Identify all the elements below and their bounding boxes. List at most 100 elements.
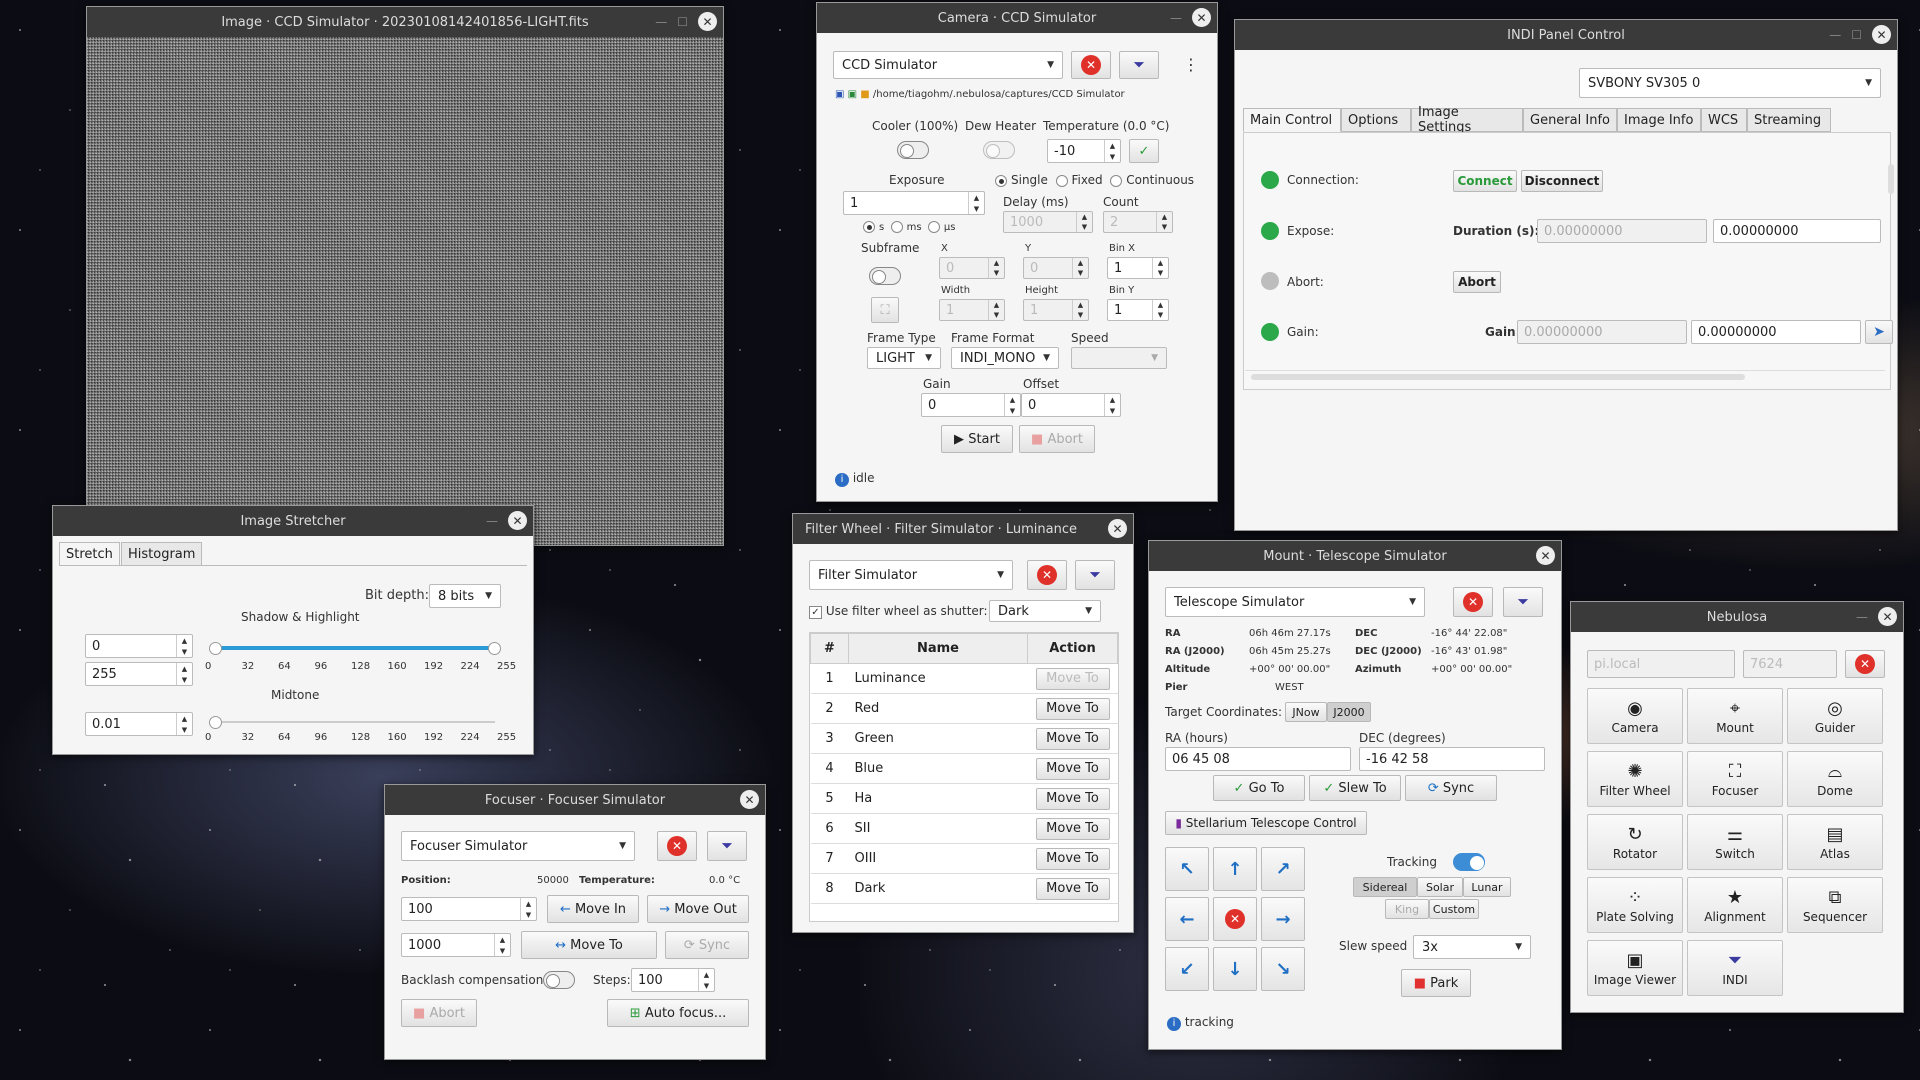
exposure-unit-radios[interactable]: s ms μs bbox=[863, 221, 955, 233]
filter-name[interactable]: Ha bbox=[848, 783, 1028, 814]
move-to-button[interactable]: Move To bbox=[1035, 727, 1110, 750]
move-to-button[interactable]: Move To bbox=[1035, 877, 1110, 900]
disconnect-button[interactable]: ✕ bbox=[1453, 587, 1493, 617]
filter-name[interactable]: Blue bbox=[848, 753, 1028, 784]
tab-stretch[interactable]: Stretch bbox=[59, 542, 120, 566]
se-button[interactable]: ↘ bbox=[1261, 947, 1305, 991]
close-icon[interactable]: ✕ bbox=[1872, 25, 1891, 44]
more-menu-icon[interactable]: ⋮ bbox=[1183, 55, 1199, 74]
move-to-button[interactable]: Move To bbox=[1035, 697, 1110, 720]
filter-name[interactable]: Red bbox=[848, 693, 1028, 724]
south-button[interactable]: ↓ bbox=[1213, 947, 1257, 991]
image-window-titlebar[interactable]: Image · CCD Simulator · 2023010814240185… bbox=[87, 7, 723, 37]
slew-speed-select[interactable]: 3x ▼ bbox=[1413, 935, 1531, 959]
rate-sidereal[interactable]: Sidereal bbox=[1353, 877, 1417, 897]
stop-button[interactable]: ✕ bbox=[1213, 897, 1257, 941]
ra-hours-input[interactable]: 06 45 08 bbox=[1165, 747, 1351, 771]
frame-type-select[interactable]: LIGHT ▼ bbox=[867, 347, 941, 369]
tool-focuser-button[interactable]: ⛶ Focuser bbox=[1687, 751, 1783, 807]
move-to-button[interactable]: ↔ Move To bbox=[521, 931, 657, 959]
stellarium-button[interactable]: ▮ Stellarium Telescope Control bbox=[1165, 811, 1367, 835]
filter-name[interactable]: Green bbox=[848, 723, 1028, 754]
indi-button[interactable]: ⏷ bbox=[707, 831, 747, 861]
bin-y-input[interactable]: 1 ▲ ▼ bbox=[1107, 299, 1169, 321]
move-to-button[interactable]: Move To bbox=[1035, 817, 1110, 840]
j2000-toggle[interactable]: J2000 bbox=[1327, 702, 1371, 722]
host-input[interactable]: pi.local bbox=[1587, 650, 1735, 678]
backlash-steps-input[interactable]: 100 ▲ ▼ bbox=[631, 968, 715, 992]
tab-main-control[interactable]: Main Control bbox=[1243, 108, 1341, 132]
nw-button[interactable]: ↖ bbox=[1165, 847, 1209, 891]
tool-mount-button[interactable]: ⌖ Mount bbox=[1687, 688, 1783, 744]
tool-plate-solving-button[interactable]: ⁘ Plate Solving bbox=[1587, 877, 1683, 933]
tab-options[interactable]: Options bbox=[1341, 108, 1411, 132]
camera-device-select[interactable]: CCD Simulator ▼ bbox=[833, 51, 1063, 79]
subframe-toggle[interactable] bbox=[869, 267, 901, 285]
temperature-input[interactable]: -10 ▲ ▼ bbox=[1047, 139, 1121, 163]
slew-button[interactable]: ✓ Slew To bbox=[1309, 775, 1401, 801]
tool-guider-button[interactable]: ◎ Guider bbox=[1787, 688, 1883, 744]
duration-input[interactable]: 0.00000000 bbox=[1713, 219, 1881, 243]
filter-name[interactable]: Luminance bbox=[848, 663, 1028, 694]
tab-image-info[interactable]: Image Info bbox=[1617, 108, 1701, 132]
fits-image-canvas[interactable] bbox=[87, 37, 723, 545]
delay-input[interactable]: 1000 ▲ ▼ bbox=[1003, 211, 1093, 233]
path-row[interactable]: ▣ ▣ ■ /home/tiagohm/.nebulosa/captures/C… bbox=[835, 89, 1125, 100]
indi-button[interactable]: ⏷ bbox=[1075, 560, 1115, 590]
vertical-scrollbar[interactable] bbox=[1887, 138, 1895, 370]
absolute-position-input[interactable]: 1000 ▲ ▼ bbox=[401, 933, 511, 957]
dew-heater-toggle[interactable] bbox=[983, 141, 1015, 159]
tracking-toggle[interactable] bbox=[1453, 853, 1485, 871]
exposure-input[interactable]: 1 ▲ ▼ bbox=[843, 191, 985, 215]
start-button[interactable]: ▶ Start bbox=[941, 425, 1013, 453]
goto-button[interactable]: ✓ Go To bbox=[1213, 775, 1305, 801]
x-input[interactable]: 0 ▲ ▼ bbox=[939, 257, 1005, 279]
tool-filter-wheel-button[interactable]: ✺ Filter Wheel bbox=[1587, 751, 1683, 807]
close-icon[interactable]: ✕ bbox=[1536, 546, 1555, 565]
tool-image-viewer-button[interactable]: ▣ Image Viewer bbox=[1587, 940, 1683, 996]
focuser-device-select[interactable]: Focuser Simulator ▼ bbox=[401, 831, 635, 861]
apply-temperature-button[interactable]: ✓ bbox=[1129, 139, 1159, 163]
indi-button[interactable]: ⏷ bbox=[1119, 51, 1159, 79]
move-to-button[interactable]: Move To bbox=[1035, 847, 1110, 870]
park-button[interactable]: ■ Park bbox=[1401, 969, 1471, 997]
y-input[interactable]: 0 ▲ ▼ bbox=[1023, 257, 1089, 279]
ne-button[interactable]: ↗ bbox=[1261, 847, 1305, 891]
rate-lunar[interactable]: Lunar bbox=[1463, 877, 1511, 897]
disconnect-button[interactable]: ✕ bbox=[1845, 650, 1885, 678]
gain-input[interactable]: 0 ▲ ▼ bbox=[921, 393, 1021, 417]
tool-camera-button[interactable]: ◉ Camera bbox=[1587, 688, 1683, 744]
dec-degrees-input[interactable]: -16 42 58 bbox=[1359, 747, 1545, 771]
midtone-input[interactable]: 0.01 ▲ ▼ bbox=[85, 712, 193, 736]
shutter-checkbox[interactable]: ✓ Use filter wheel as shutter: bbox=[809, 604, 988, 619]
rate-king[interactable]: King bbox=[1385, 899, 1429, 919]
indi-abort-button[interactable]: Abort bbox=[1453, 271, 1501, 293]
shutter-filter-select[interactable]: Dark ▼ bbox=[989, 600, 1101, 622]
backlash-toggle[interactable] bbox=[543, 971, 575, 989]
close-icon[interactable]: ✕ bbox=[1192, 8, 1211, 27]
east-button[interactable]: → bbox=[1261, 897, 1305, 941]
height-input[interactable]: 1 ▲ ▼ bbox=[1023, 299, 1089, 321]
tool-dome-button[interactable]: ⌓ Dome bbox=[1787, 751, 1883, 807]
capture-mode-radios[interactable]: Single Fixed Continuous bbox=[995, 173, 1194, 187]
count-input[interactable]: 2 ▲ ▼ bbox=[1103, 211, 1173, 233]
tool-rotator-button[interactable]: ↻ Rotator bbox=[1587, 814, 1683, 870]
close-icon[interactable]: ✕ bbox=[508, 511, 527, 530]
disconnect-button[interactable]: ✕ bbox=[1071, 51, 1111, 79]
filter-name[interactable]: OIII bbox=[848, 843, 1028, 874]
close-icon[interactable]: ✕ bbox=[698, 12, 717, 31]
indi-device-select[interactable]: SVBONY SV305 0 ▼ bbox=[1579, 68, 1881, 98]
tool-alignment-button[interactable]: ★ Alignment bbox=[1687, 877, 1783, 933]
move-to-button[interactable]: Move To bbox=[1035, 787, 1110, 810]
close-icon[interactable]: ✕ bbox=[1108, 519, 1127, 538]
tab-histogram[interactable]: Histogram bbox=[121, 542, 203, 566]
disconnect-button[interactable]: ✕ bbox=[657, 831, 697, 861]
relative-steps-input[interactable]: 100 ▲ ▼ bbox=[401, 897, 537, 921]
auto-focus-button[interactable]: ⊞ Auto focus... bbox=[607, 999, 749, 1027]
north-button[interactable]: ↑ bbox=[1213, 847, 1257, 891]
move-to-button[interactable]: Move To bbox=[1035, 667, 1110, 690]
filter-name[interactable]: SII bbox=[848, 813, 1028, 844]
rate-custom[interactable]: Custom bbox=[1429, 899, 1479, 919]
sync-button[interactable]: ⟳ Sync bbox=[665, 931, 749, 959]
speed-select[interactable]: ▼ bbox=[1071, 347, 1167, 369]
